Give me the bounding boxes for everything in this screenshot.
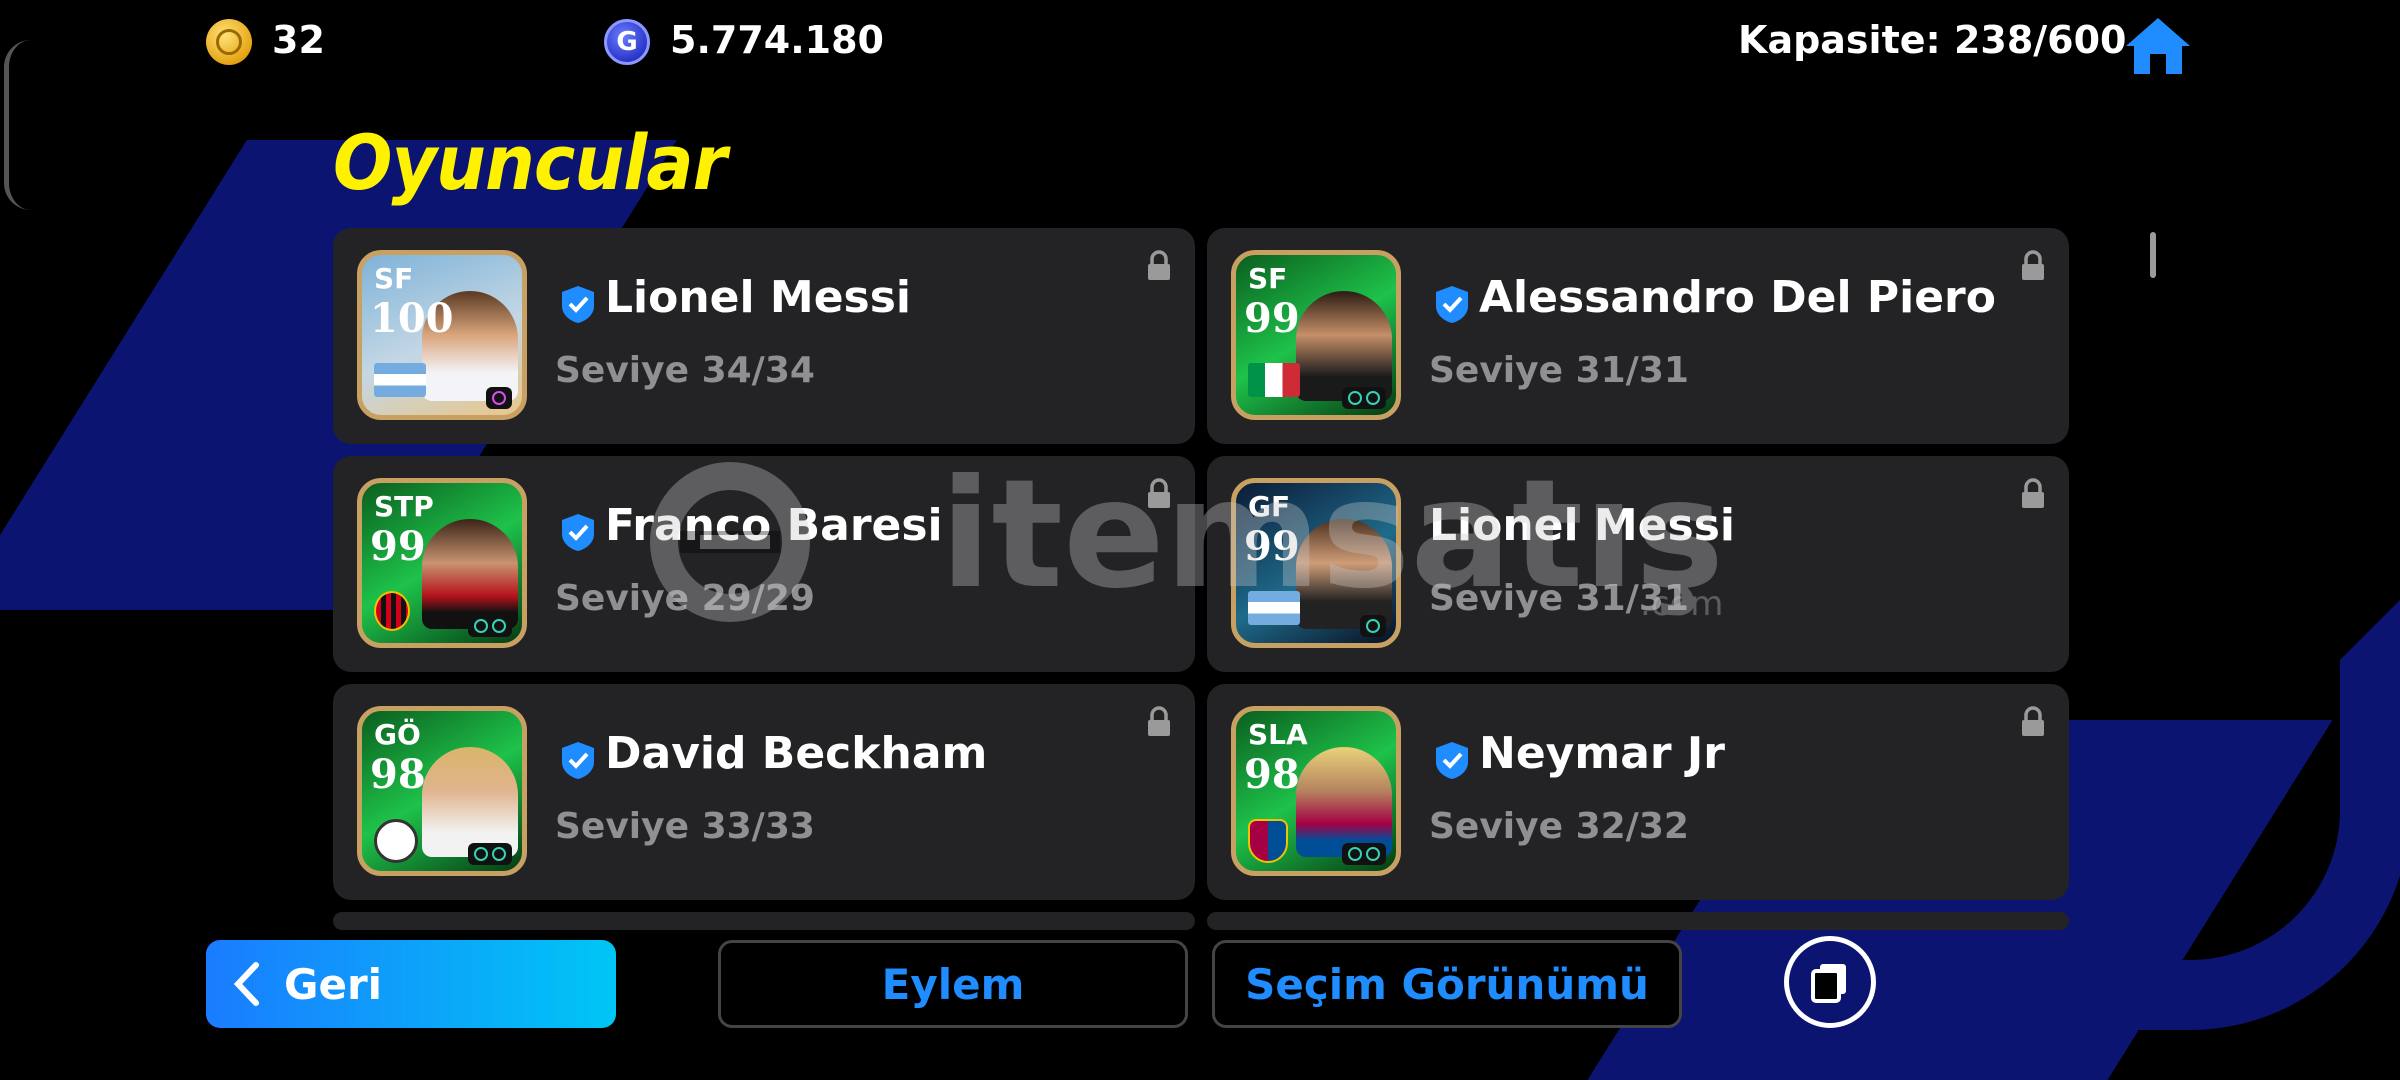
- scroll-indicator[interactable]: [2150, 232, 2156, 278]
- player-level: Seviye 31/31: [1429, 350, 1689, 391]
- player-position: GF: [1248, 490, 1291, 523]
- player-rating: 99: [370, 523, 426, 570]
- skill-badges: [468, 843, 512, 865]
- player-name: Lionel Messi: [1429, 500, 1736, 551]
- player-card[interactable]: STP 99 Franco Baresi Seviye 29/29: [333, 456, 1195, 672]
- italy-flag-icon: [1248, 363, 1300, 397]
- skill-badges: [486, 387, 512, 409]
- lock-icon: [1148, 706, 1170, 736]
- player-card[interactable]: SF 99 Alessandro Del Piero Seviye 31/31: [1207, 228, 2069, 444]
- player-card-image: GÖ 98: [357, 706, 527, 876]
- selection-view-button-label: Seçim Görünümü: [1245, 959, 1649, 1009]
- skill-badges: [1342, 843, 1386, 865]
- selection-view-button[interactable]: Seçim Görünümü: [1212, 940, 1682, 1028]
- player-level: Seviye 33/33: [555, 806, 815, 847]
- player-card-image: STP 99: [357, 478, 527, 648]
- player-level: Seviye 32/32: [1429, 806, 1689, 847]
- gold-coin-icon: [206, 19, 252, 65]
- player-level: Seviye 34/34: [555, 350, 815, 391]
- player-portrait: [1296, 291, 1392, 401]
- copy-button[interactable]: [1784, 936, 1876, 1028]
- player-rating: 98: [1244, 751, 1300, 798]
- page-title: Oyuncular: [333, 118, 727, 207]
- home-icon: [2126, 18, 2190, 74]
- skill-badges: [468, 615, 512, 637]
- player-position: SF: [374, 262, 414, 295]
- verified-badge-icon: [562, 286, 594, 323]
- argentina-flag-icon: [1248, 591, 1300, 625]
- player-card-partial[interactable]: [1207, 912, 2069, 930]
- gp-amount: 5.774.180: [670, 18, 884, 62]
- player-card[interactable]: GÖ 98 David Beckham Seviye 33/33: [333, 684, 1195, 900]
- chevron-left-icon: [233, 962, 259, 1006]
- player-level: Seviye 29/29: [555, 578, 815, 619]
- player-card[interactable]: GF 99 Lionel Messi Seviye 31/31: [1207, 456, 2069, 672]
- bottom-bar: Geri Eylem Seçim Görünümü: [0, 934, 2400, 1034]
- player-rating: 98: [370, 751, 426, 798]
- player-card-image: SLA 98: [1231, 706, 1401, 876]
- player-card[interactable]: SLA 98 Neymar Jr Seviye 32/32: [1207, 684, 2069, 900]
- action-button-label: Eylem: [881, 959, 1025, 1009]
- player-position: SLA: [1248, 718, 1308, 751]
- player-rating: 99: [1244, 295, 1300, 342]
- player-card-image: GF 99: [1231, 478, 1401, 648]
- player-portrait: [422, 747, 518, 857]
- top-bar: 32 G 5.774.180 Kapasite: 238/600: [0, 0, 2400, 84]
- player-name: Neymar Jr: [1479, 728, 1725, 779]
- player-rating: 99: [1244, 523, 1300, 570]
- lock-icon: [2022, 478, 2044, 508]
- player-portrait: [1296, 747, 1392, 857]
- player-portrait: [422, 519, 518, 629]
- player-card-partial[interactable]: [333, 912, 1195, 930]
- player-name: Alessandro Del Piero: [1479, 272, 1996, 323]
- gp-coin-letter: G: [616, 27, 638, 57]
- skill-badges: [1360, 615, 1386, 637]
- club-crest-icon: [374, 591, 410, 631]
- lock-icon: [1148, 478, 1170, 508]
- lock-icon: [1148, 250, 1170, 280]
- back-button[interactable]: Geri: [206, 940, 616, 1028]
- player-card-image: SF 99: [1231, 250, 1401, 420]
- verified-badge-icon: [562, 742, 594, 779]
- gp-coin-icon: G: [604, 19, 650, 65]
- player-card-image: SF 100: [357, 250, 527, 420]
- player-position: SF: [1248, 262, 1288, 295]
- club-crest-icon: [374, 819, 418, 863]
- back-button-label: Geri: [284, 959, 383, 1009]
- argentina-flag-icon: [374, 363, 426, 397]
- home-button[interactable]: [2124, 14, 2192, 78]
- player-position: GÖ: [374, 718, 421, 751]
- capacity-label: Kapasite: 238/600: [1738, 18, 2127, 62]
- skill-badges: [1342, 387, 1386, 409]
- coin-count: 32: [272, 18, 325, 62]
- player-name: Franco Baresi: [605, 500, 943, 551]
- player-level: Seviye 31/31: [1429, 578, 1689, 619]
- verified-badge-icon: [1436, 742, 1468, 779]
- copy-pages-icon: [1811, 964, 1846, 1003]
- action-button[interactable]: Eylem: [718, 940, 1188, 1028]
- player-position: STP: [374, 490, 434, 523]
- player-card[interactable]: SF 100 Lionel Messi Seviye 34/34: [333, 228, 1195, 444]
- player-portrait: [1296, 519, 1392, 629]
- lock-icon: [2022, 706, 2044, 736]
- verified-badge-icon: [562, 514, 594, 551]
- player-name: David Beckham: [605, 728, 988, 779]
- player-rating: 100: [370, 295, 454, 342]
- lock-icon: [2022, 250, 2044, 280]
- verified-badge-icon: [1436, 286, 1468, 323]
- club-crest-icon: [1248, 819, 1288, 863]
- player-name: Lionel Messi: [605, 272, 912, 323]
